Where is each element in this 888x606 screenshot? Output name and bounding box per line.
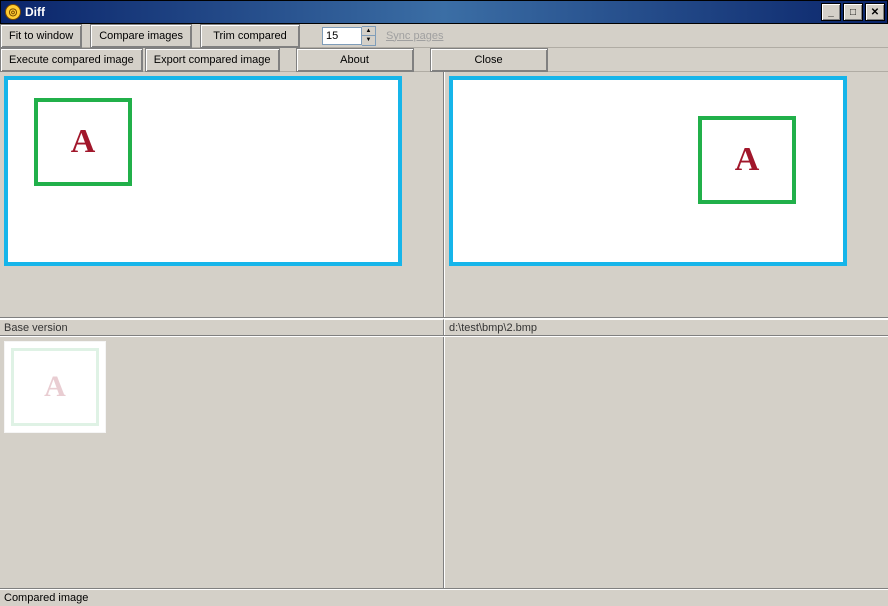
left-image-pane: A [0,72,444,317]
left-pane-label: Base version [0,319,444,335]
maximize-button[interactable]: □ [843,3,863,21]
spin-down-button[interactable]: ▼ [362,36,375,45]
execute-compared-button[interactable]: Execute compared image [0,48,143,72]
sync-pages-link: Sync pages [386,30,443,42]
left-canvas: A [4,76,402,266]
content-area: A A Base version d:\test\bmp\2.bmp A [0,72,888,606]
compare-images-button[interactable]: Compare images [90,24,192,48]
thumb-A-box: A [11,348,99,426]
title-bar: ◎ Diff _ □ ✕ [0,0,888,24]
footer-label: Compared image [0,588,888,606]
compared-preview-pane: A [0,337,444,588]
trim-value-stepper: ▲ ▼ [322,24,376,47]
fit-to-window-button[interactable]: Fit to window [0,24,82,48]
about-button[interactable]: About [296,48,414,72]
right-A-glyph: A [735,141,760,179]
toolbar-row-1: Fit to window Compare images Trim compar… [0,24,888,48]
left-A-box: A [34,98,132,186]
spin-up-button[interactable]: ▲ [362,27,375,36]
bottom-panes: A [0,336,888,588]
right-pane-label: d:\test\bmp\2.bmp [444,319,888,335]
trim-value-input[interactable] [322,27,362,45]
right-A-box: A [698,116,796,204]
minimize-button[interactable]: _ [821,3,841,21]
right-image-pane: A [444,72,888,317]
window-title: Diff [25,5,821,19]
right-canvas: A [449,76,847,266]
top-panes: A A [0,72,888,318]
export-compared-button[interactable]: Export compared image [145,48,280,72]
trim-compared-button[interactable]: Trim compared [200,24,300,48]
left-A-glyph: A [71,123,96,161]
close-window-button[interactable]: ✕ [865,3,885,21]
toolbar-row-2: Execute compared image Export compared i… [0,48,888,72]
close-button[interactable]: Close [430,48,548,72]
app-icon: ◎ [5,4,21,20]
pane-labels: Base version d:\test\bmp\2.bmp [0,318,888,336]
compared-thumbnail: A [4,341,106,433]
thumb-A-glyph: A [44,370,66,404]
right-bottom-pane [444,337,888,588]
window-buttons: _ □ ✕ [821,3,887,21]
